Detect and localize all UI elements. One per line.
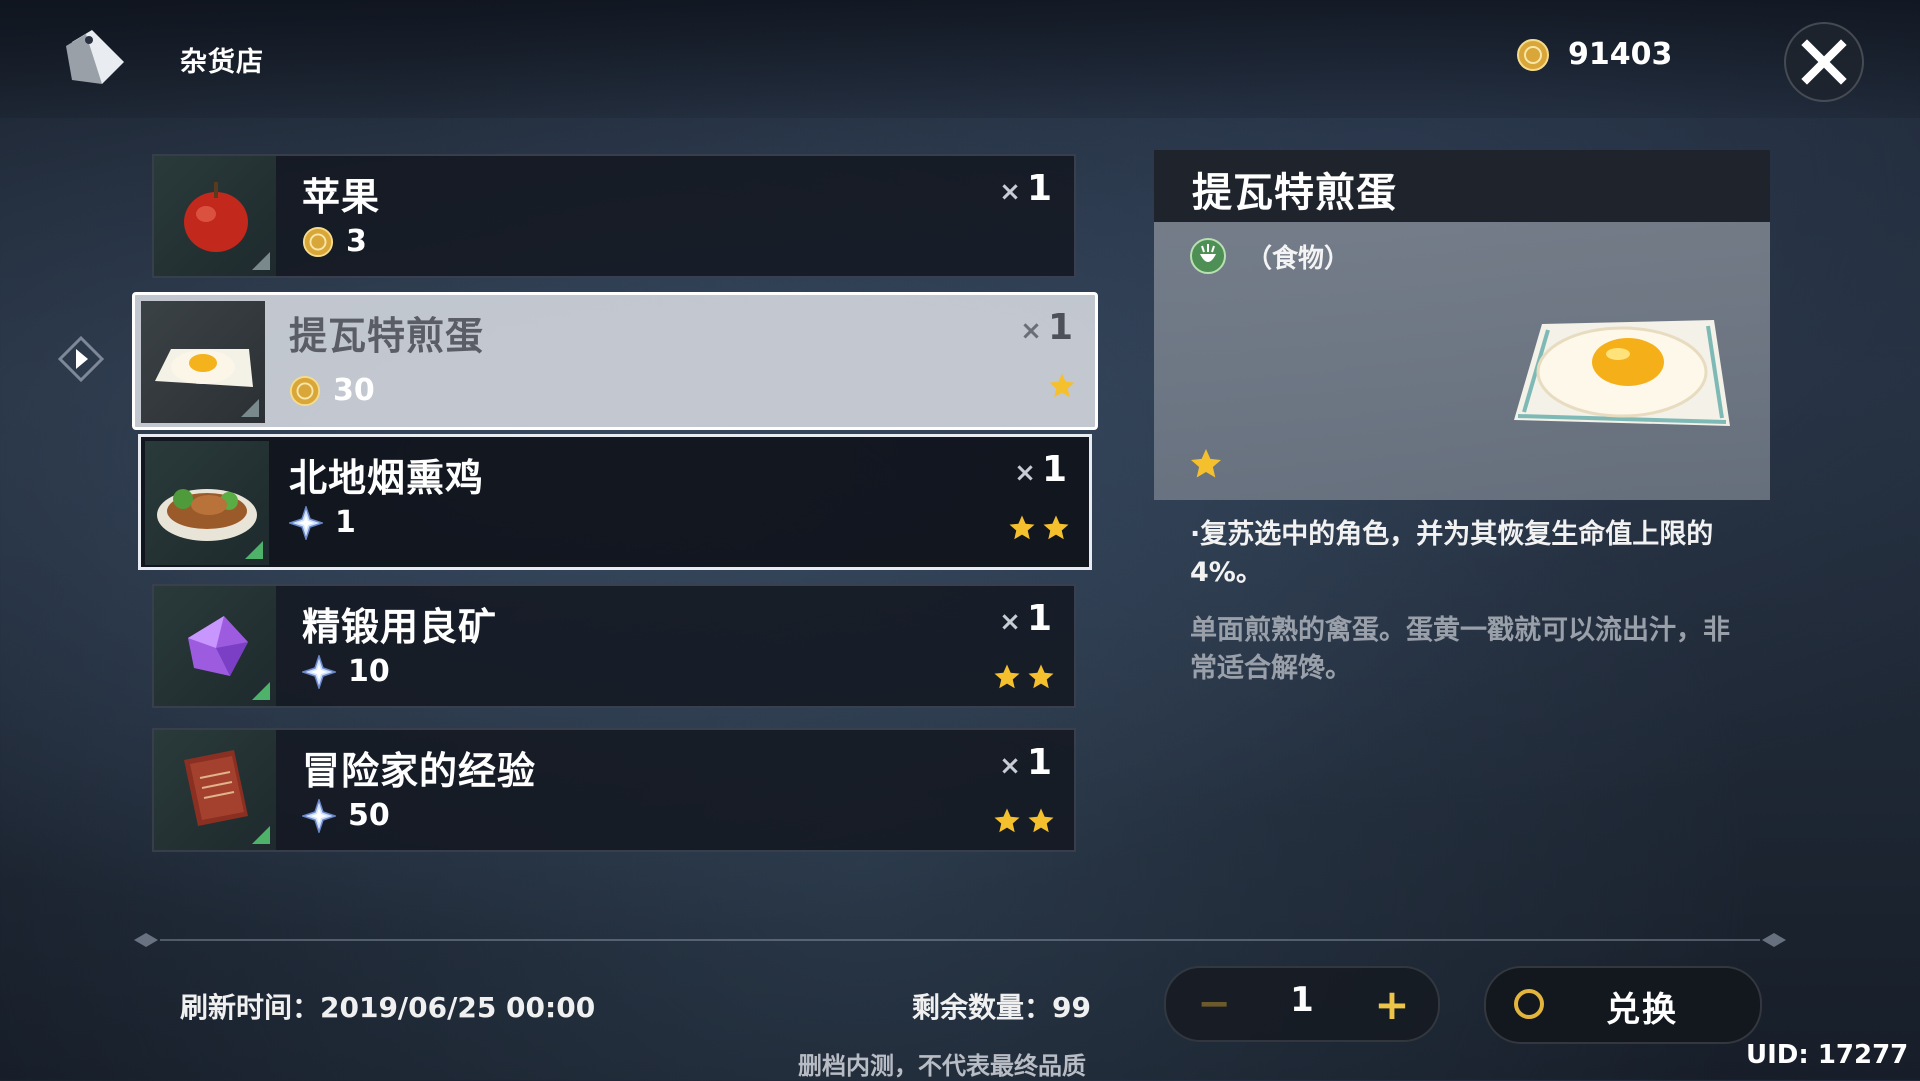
item-price: 1 <box>289 505 356 540</box>
item-name: 精锻用良矿 <box>302 605 498 649</box>
item-detail-panel: 提瓦特煎蛋 （食物） <box>1154 150 1770 500</box>
item-name: 北地烟熏鸡 <box>289 456 485 500</box>
shop-item-smoked-chicken[interactable]: 北地烟熏鸡 × 1 1 <box>138 434 1092 570</box>
detail-type-label: （食物） <box>1246 243 1351 274</box>
item-quantity: × 1 <box>999 742 1052 783</box>
close-icon <box>1801 39 1847 85</box>
item-quantity: × 1 <box>999 168 1052 209</box>
item-name: 提瓦特煎蛋 <box>289 314 485 358</box>
item-name: 冒险家的经验 <box>302 749 537 793</box>
currency-display: 91403 <box>1516 37 1672 72</box>
item-price: 3 <box>302 224 367 259</box>
rarity-stars <box>992 806 1056 836</box>
selection-pointer-icon <box>58 336 104 382</box>
mora-coin-icon <box>1517 38 1549 71</box>
item-thumbnail <box>154 586 276 706</box>
item-quantity: × 1 <box>1014 449 1067 490</box>
shop-item-enhancement-ore[interactable]: 精锻用良矿 × 1 10 <box>152 584 1076 708</box>
star-icon <box>1009 515 1035 540</box>
item-thumbnail <box>154 730 276 850</box>
rarity-corner <box>252 682 270 700</box>
item-quantity: × 1 <box>1020 307 1073 348</box>
shop-tag-icon <box>66 30 124 84</box>
shop-item-fried-egg[interactable]: 提瓦特煎蛋 × 1 30 <box>132 292 1098 430</box>
refresh-time: 刷新时间：2019/06/25 00:00 <box>180 991 596 1024</box>
shop-item-adventurer-experience[interactable]: 冒险家的经验 × 1 50 <box>152 728 1076 852</box>
shop-item-apple[interactable]: 苹果 × 1 3 <box>152 154 1076 278</box>
item-flavor-text: 单面煎熟的禽蛋。蛋黄一戳就可以流出汁，非常适合解馋。 <box>1190 615 1730 684</box>
item-price: 50 <box>302 798 390 833</box>
top-bar: 杂货店 91403 <box>0 0 1920 118</box>
shop-title: 杂货店 <box>180 47 264 78</box>
star-icon <box>1191 449 1221 478</box>
rarity-stars <box>992 662 1056 692</box>
exchange-button[interactable]: 兑换 <box>1484 966 1762 1044</box>
rarity-corner <box>245 541 263 559</box>
decrease-button[interactable]: − <box>1188 978 1240 1030</box>
quantity-stepper[interactable]: − 1 + <box>1164 966 1440 1042</box>
exchange-label: 兑换 <box>1606 990 1678 1030</box>
footer-divider <box>134 933 1786 947</box>
detail-header: 提瓦特煎蛋 <box>1154 150 1770 222</box>
star-icon <box>1043 515 1069 540</box>
item-thumbnail <box>141 301 265 423</box>
item-name: 苹果 <box>302 175 381 219</box>
mora-coin-icon <box>302 226 334 257</box>
primogem-icon <box>302 654 336 689</box>
item-effect-text: ·复苏选中的角色，并为其恢复生命值上限的4%。 <box>1190 519 1714 588</box>
item-quantity: × 1 <box>999 598 1052 639</box>
increase-button[interactable]: + <box>1366 978 1418 1030</box>
currency-value: 91403 <box>1568 37 1673 72</box>
star-icon <box>1028 808 1054 833</box>
primogem-icon <box>302 798 336 833</box>
item-thumbnail <box>145 441 269 565</box>
quantity-value: 1 <box>1290 980 1314 1020</box>
confirm-ring-icon <box>1514 989 1544 1019</box>
remaining-quantity: 剩余数量：99 <box>912 991 1091 1024</box>
primogem-icon <box>289 505 323 540</box>
fried-egg-icon <box>1514 320 1730 426</box>
rarity-stars <box>1007 513 1071 543</box>
star-icon <box>994 808 1020 833</box>
detail-type: （食物） <box>1188 236 1350 276</box>
beta-notice: 删档内测，不代表最终品质 <box>798 1052 1086 1080</box>
item-thumbnail <box>154 156 276 276</box>
star-icon <box>1049 373 1075 398</box>
star-icon <box>994 664 1020 689</box>
mora-coin-icon <box>289 375 321 406</box>
close-button[interactable] <box>1784 22 1864 102</box>
food-icon <box>1190 238 1226 274</box>
star-icon <box>1028 664 1054 689</box>
item-price: 30 <box>289 373 375 408</box>
detail-title: 提瓦特煎蛋 <box>1192 170 1397 216</box>
rarity-corner <box>241 399 259 417</box>
item-price: 10 <box>302 654 390 689</box>
rarity-corner <box>252 826 270 844</box>
rarity-corner <box>252 252 270 270</box>
rarity-stars <box>1047 371 1077 401</box>
uid-label: UID: 17277 <box>1746 1040 1909 1070</box>
